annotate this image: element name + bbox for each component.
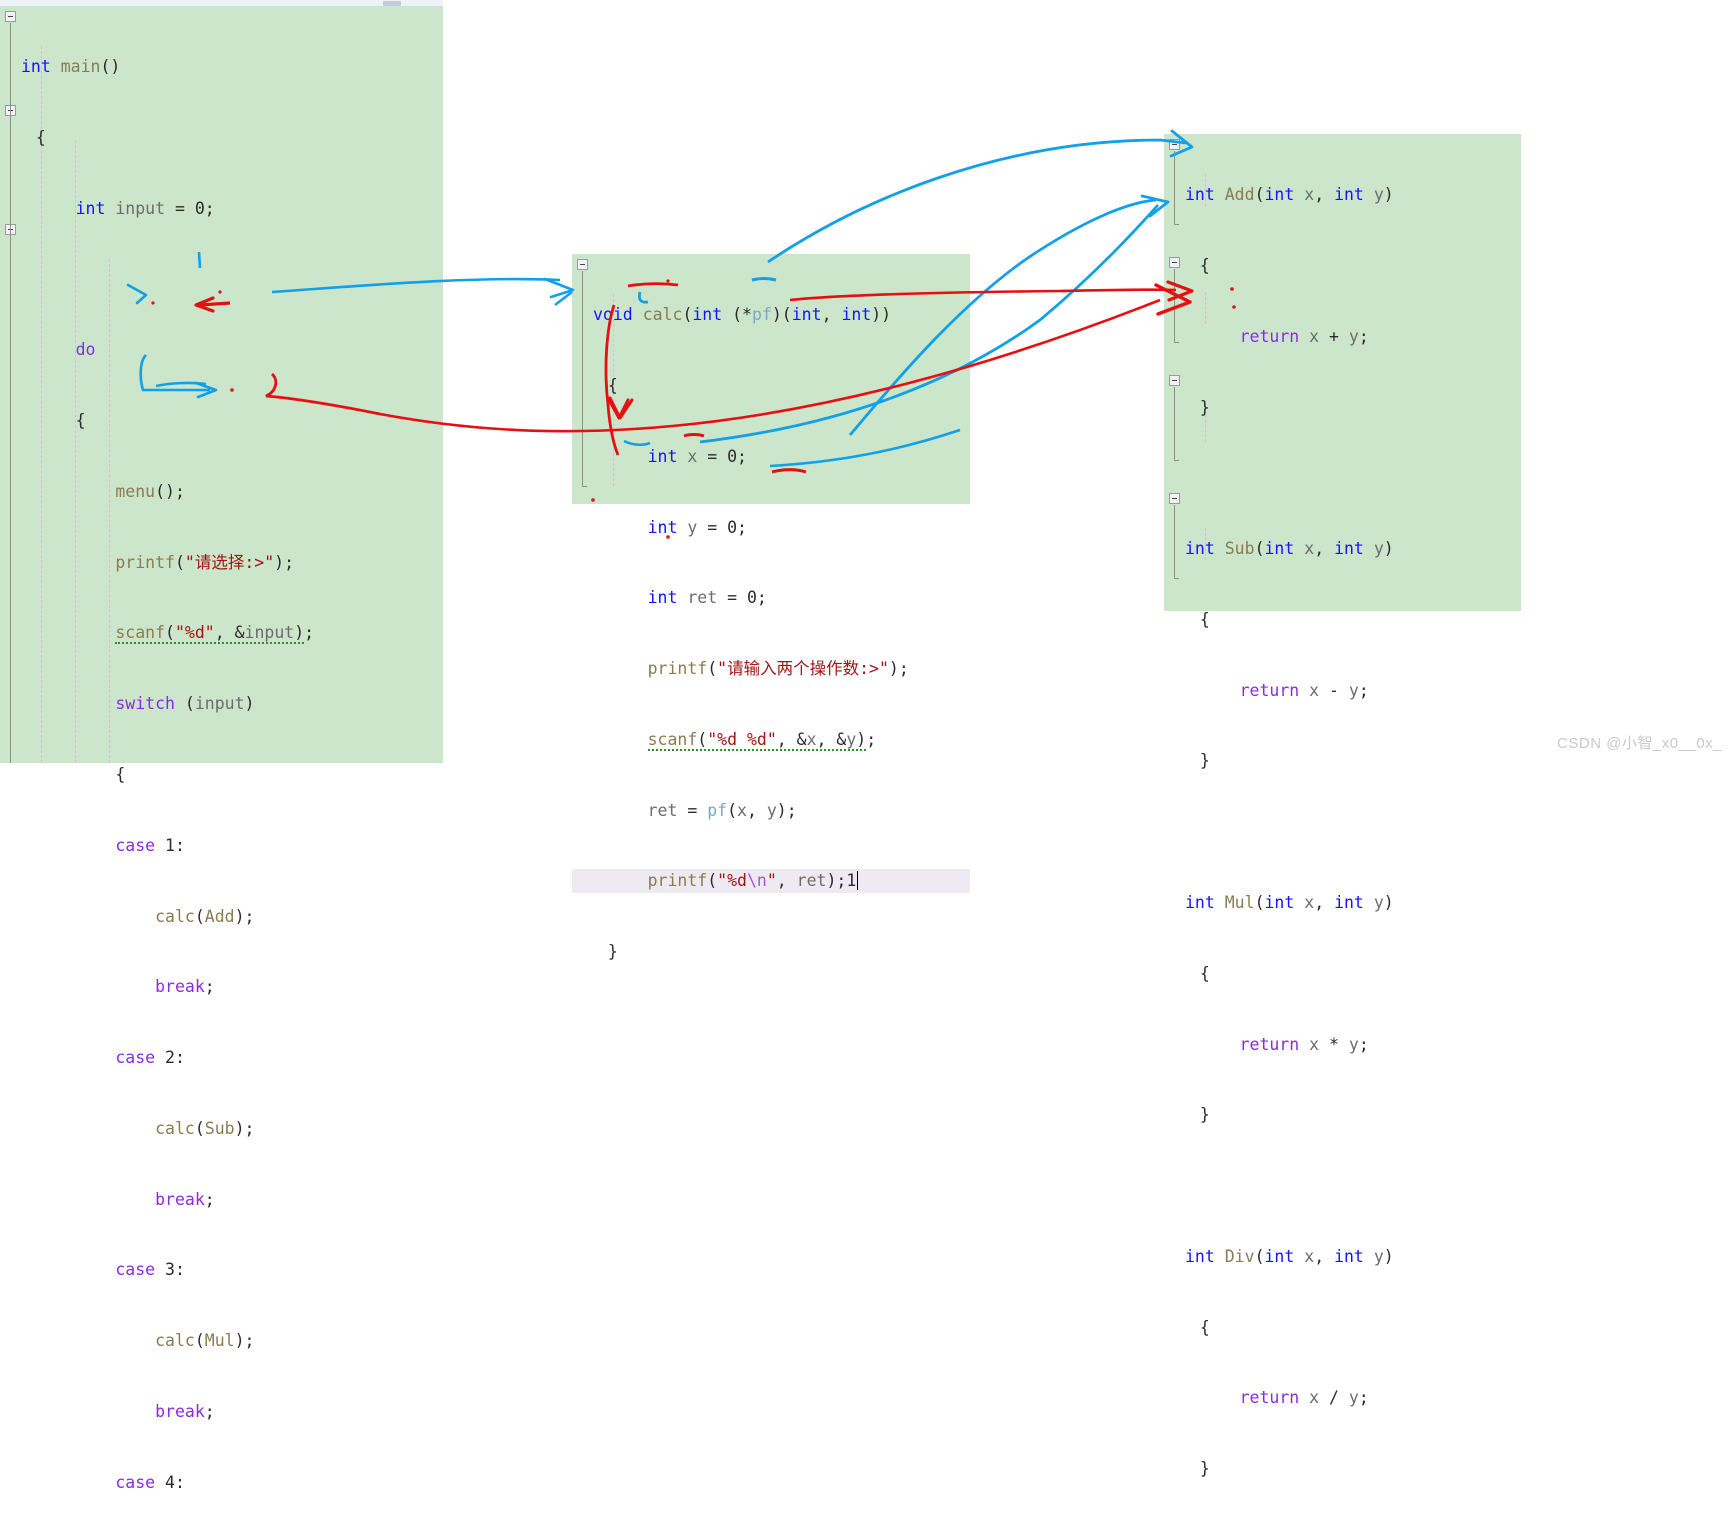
code-line: { <box>607 375 618 395</box>
code-line: calc(Mul); <box>155 1331 255 1351</box>
code-line: int Add(int x, int y) <box>1185 185 1394 205</box>
code-line: int Sub(int x, int y) <box>1185 539 1394 559</box>
code-line: ret = pf(x, y); <box>647 800 797 820</box>
blue-arrow-pf-to-add <box>767 138 1187 264</box>
code-line: { <box>1199 255 1210 275</box>
code-line: } <box>1199 1459 1210 1479</box>
code-line: calc(Add); <box>155 906 255 926</box>
code-line: } <box>1199 397 1210 417</box>
code-line: int y = 0; <box>647 517 747 537</box>
code-line: int main() <box>21 57 121 77</box>
blue-arrow-tail-calcdef <box>554 290 573 307</box>
operations-panel[interactable]: int Add(int x, int y) { return x + y; } … <box>1164 134 1521 1478</box>
code-line: } <box>1199 751 1210 771</box>
code-line: } <box>607 942 618 962</box>
code-line-active: printf("%d\n", ret);1 <box>572 869 970 894</box>
code-line: { <box>1199 609 1210 629</box>
code-line: break; <box>155 1189 215 1209</box>
code-line: menu(); <box>115 481 185 501</box>
blue-arrowhead-calcdef <box>543 277 575 299</box>
code-line: scanf("%d %d", &x, &y); <box>647 729 877 751</box>
code-line: case 3: <box>115 1260 185 1280</box>
code-line: { <box>115 765 126 784</box>
code-line: scanf("%d", &input); <box>115 623 315 645</box>
code-line: case 2: <box>115 1048 185 1068</box>
code-line: int Div(int x, int y) <box>1185 1246 1394 1266</box>
code-line: return x + y; <box>1239 326 1369 346</box>
code-line: } <box>1199 1105 1210 1125</box>
code-line: return x - y; <box>1239 680 1369 700</box>
code-line: { <box>35 127 46 147</box>
code-line: printf("请输入两个操作数:>"); <box>647 659 909 679</box>
code-line: int input = 0; <box>75 198 215 218</box>
main-function-panel[interactable]: int main() { int input = 0; do { menu();… <box>0 6 443 1492</box>
code-line: { <box>1199 1317 1210 1337</box>
code-line: int x = 0; <box>647 446 747 466</box>
code-line: void calc(int (*pf)(int, int)) <box>593 305 892 325</box>
code-line: return x * y; <box>1239 1034 1369 1054</box>
code-line: switch (input) <box>115 694 255 714</box>
code-line: case 4: <box>115 1472 185 1492</box>
code-line: do <box>75 340 96 360</box>
code-line: return x / y; <box>1239 1388 1369 1408</box>
code-line: { <box>1199 963 1210 983</box>
code-line: int Mul(int x, int y) <box>1185 893 1394 912</box>
code-line: calc(Sub); <box>155 1118 255 1138</box>
calc-function-panel[interactable]: void calc(int (*pf)(int, int)) { int x =… <box>572 254 970 961</box>
code-line: case 1: <box>115 835 185 855</box>
code-line: break; <box>155 1402 215 1422</box>
code-line: break; <box>155 977 215 997</box>
code-line: int ret = 0; <box>647 588 767 608</box>
csdn-watermark: CSDN @小智_x0__0x_ <box>1557 735 1722 752</box>
code-line: { <box>75 411 86 431</box>
code-line: printf("请选择:>"); <box>115 552 295 572</box>
